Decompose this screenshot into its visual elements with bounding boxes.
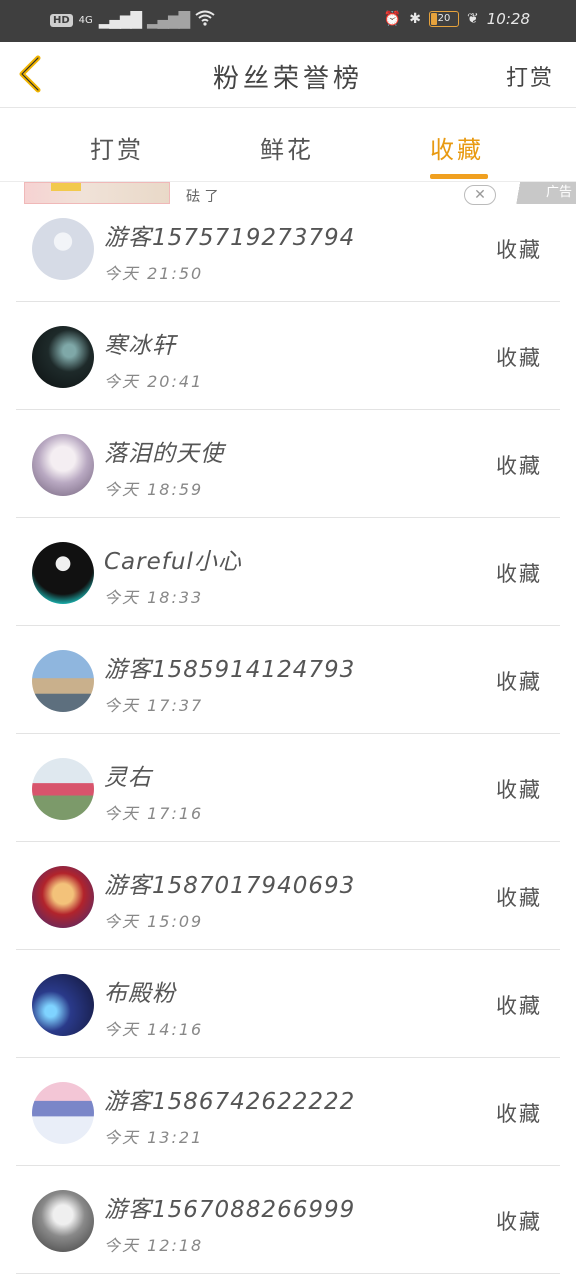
avatar[interactable] [32, 326, 94, 388]
list-item[interactable]: 游客1587017940693 今天 15:09 收藏 [0, 842, 576, 950]
fan-time: 今天 18:33 [104, 588, 204, 607]
fan-name: 游客1587017940693 [104, 873, 356, 899]
network-type-label: 4G [78, 14, 93, 26]
avatar[interactable] [32, 650, 94, 712]
fan-action: 收藏 [496, 238, 542, 262]
avatar[interactable] [32, 974, 94, 1036]
list-item[interactable]: Careful小心 今天 18:33 收藏 [0, 518, 576, 626]
fan-time: 今天 17:37 [104, 696, 204, 715]
bluetooth-icon: ✱ [409, 11, 422, 27]
fan-name: Careful小心 [104, 549, 242, 575]
leaf-icon: ❦ [467, 11, 479, 27]
fan-name: 游客1567088266999 [104, 1197, 356, 1223]
status-bar-left: HD 4G ▂▄▆█ ▂▄▆█ [50, 10, 215, 30]
fan-time: 今天 18:59 [104, 480, 204, 499]
fan-name: 落泪的天使 [104, 441, 224, 467]
fan-action: 收藏 [496, 562, 542, 586]
hd-badge: HD [50, 13, 73, 27]
status-bar-right: ⏰ ✱ 20 ❦ 10:28 [384, 10, 530, 28]
list-item[interactable]: 灵右 今天 17:16 收藏 [0, 734, 576, 842]
fan-action: 收藏 [496, 778, 542, 802]
fan-action: 收藏 [496, 670, 542, 694]
wifi-icon [195, 10, 215, 30]
status-bar: HD 4G ▂▄▆█ ▂▄▆█ ⏰ ✱ 20 ❦ 10:28 [0, 0, 576, 42]
avatar[interactable] [32, 542, 94, 604]
active-tab-indicator [430, 174, 488, 179]
fan-time: 今天 20:41 [104, 372, 204, 391]
fan-time: 今天 21:50 [104, 264, 204, 283]
battery-level: 20 [437, 13, 451, 24]
list-item[interactable]: 游客1567088266999 今天 12:18 收藏 [0, 1166, 576, 1274]
fan-name: 游客1585914124793 [104, 657, 356, 683]
fan-name: 游客1586742622222 [104, 1089, 356, 1115]
avatar[interactable] [32, 866, 94, 928]
avatar[interactable] [32, 1082, 94, 1144]
fan-time: 今天 12:18 [104, 1236, 204, 1255]
status-time: 10:28 [486, 10, 530, 28]
fan-action: 收藏 [496, 1210, 542, 1234]
cell-signal-2-icon: ▂▄▆█ [146, 11, 190, 29]
tab-flowers[interactable]: 鲜花 [260, 130, 314, 165]
list-item[interactable]: 寒冰轩 今天 20:41 收藏 [0, 302, 576, 410]
alarm-icon: ⏰ [383, 11, 402, 27]
tab-reward[interactable]: 打赏 [90, 130, 144, 165]
avatar[interactable] [32, 1190, 94, 1252]
fan-time: 今天 17:16 [104, 804, 204, 823]
fan-action: 收藏 [496, 1102, 542, 1126]
list-item[interactable]: 游客1585914124793 今天 17:37 收藏 [0, 626, 576, 734]
app-header: 粉丝荣誉榜 打赏 [0, 42, 576, 108]
avatar[interactable] [32, 218, 94, 280]
fan-list: 游客1575719273794 今天 21:50 收藏 寒冰轩 今天 20:41… [0, 194, 576, 1274]
battery-indicator: 20 [429, 11, 460, 27]
fan-action: 收藏 [496, 346, 542, 370]
list-item[interactable]: 落泪的天使 今天 18:59 收藏 [0, 410, 576, 518]
fan-time: 今天 13:21 [104, 1128, 204, 1147]
fan-time: 今天 14:16 [104, 1020, 204, 1039]
list-item[interactable]: 游客1586742622222 今天 13:21 收藏 [0, 1058, 576, 1166]
tab-bar: 打赏 鲜花 收藏 [0, 108, 576, 182]
fan-action: 收藏 [496, 994, 542, 1018]
avatar[interactable] [32, 434, 94, 496]
fan-name: 寒冰轩 [104, 333, 176, 359]
fan-action: 收藏 [496, 454, 542, 478]
fan-action: 收藏 [496, 886, 542, 910]
fan-name: 灵右 [104, 765, 152, 791]
reward-button[interactable]: 打赏 [506, 60, 554, 92]
fan-time: 今天 15:09 [104, 912, 204, 931]
page-title: 粉丝荣誉榜 [212, 64, 363, 94]
avatar[interactable] [32, 758, 94, 820]
fan-name: 布殿粉 [104, 981, 176, 1007]
list-item[interactable]: 布殿粉 今天 14:16 收藏 [0, 950, 576, 1058]
cell-signal-icon: ▂▄▆█ [98, 11, 142, 29]
tab-favorites[interactable]: 收藏 [430, 130, 484, 165]
fan-name: 游客1575719273794 [104, 225, 356, 251]
list-item[interactable]: 游客1575719273794 今天 21:50 收藏 [0, 194, 576, 302]
